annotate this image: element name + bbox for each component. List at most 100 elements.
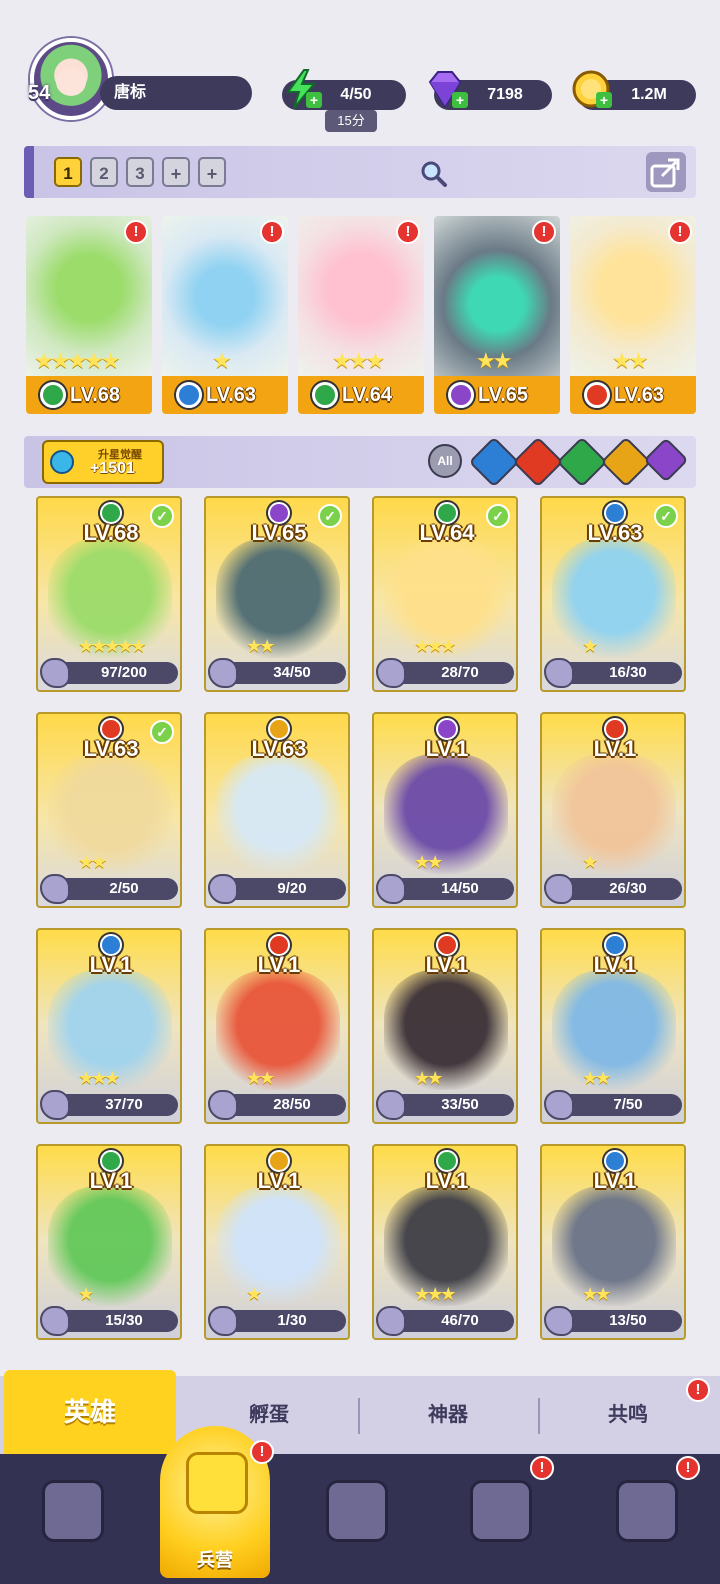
team-slot-2[interactable]: 2 [90, 157, 118, 187]
hero-portrait [48, 1186, 172, 1306]
star-rating: ★★ [78, 852, 107, 872]
star-rating: ★★★★★ [78, 636, 147, 656]
hero-portrait [48, 754, 172, 874]
team-hero-level: LV.64 [298, 376, 424, 414]
team-slot-add-2[interactable]: + [198, 157, 226, 187]
shard-count: 46/70 [441, 1312, 479, 1329]
map-icon [326, 1480, 388, 1542]
shard-icon [40, 1306, 70, 1336]
shard-progress: 28/50 [208, 1090, 346, 1120]
shard-icon [208, 874, 238, 904]
filter-bar: 升星觉醒 +1501 All [24, 436, 696, 488]
filter-dark-icon[interactable] [643, 437, 689, 483]
level-text: LV.63 [614, 384, 665, 406]
team-hero-card[interactable]: ! ★ LV.63 [162, 216, 288, 414]
team-hero-card[interactable]: ! ★★★★★ LV.68 [26, 216, 152, 414]
hero-level: LV.63 [251, 736, 307, 761]
key-icon [50, 450, 74, 474]
team-slot-3[interactable]: 3 [126, 157, 154, 187]
hero-level: LV.1 [89, 1168, 133, 1193]
shard-progress: 26/30 [544, 874, 682, 904]
alert-icon: ! [124, 220, 148, 244]
team-hero-card[interactable]: ! ★★ LV.63 [570, 216, 696, 414]
hero-card[interactable]: LV.1 ★★ 28/50 [204, 928, 350, 1124]
awaken-button[interactable]: 升星觉醒 +1501 [42, 440, 164, 484]
nav-map[interactable] [306, 1466, 406, 1566]
shard-icon [376, 1090, 406, 1120]
star-rating: ★★★ [78, 1068, 120, 1088]
shard-count: 14/50 [441, 880, 479, 897]
star-rating: ★ [582, 852, 598, 872]
fire-element-icon [584, 382, 610, 408]
shard-progress: 37/70 [40, 1090, 178, 1120]
level-text: LV.63 [206, 384, 257, 406]
energy-value: 4/50 [340, 86, 372, 103]
hero-card[interactable]: LV.1 ★★ 7/50 [540, 928, 686, 1124]
filter-fire-icon[interactable] [512, 436, 564, 488]
nav-guild[interactable]: ! [596, 1456, 700, 1566]
hero-card[interactable]: LV.1 ★ 15/30 [36, 1144, 182, 1340]
alert-icon: ! [396, 220, 420, 244]
hero-card[interactable]: ✓ LV.63 ★ 16/30 [540, 496, 686, 692]
shard-icon [40, 658, 70, 688]
team-hero-card[interactable]: ! ★★ LV.65 [434, 216, 560, 414]
level-text: LV.65 [478, 384, 529, 406]
shop-icon [470, 1480, 532, 1542]
add-energy-icon[interactable]: + [306, 92, 322, 108]
shard-icon [376, 874, 406, 904]
hero-card[interactable]: LV.1 ★★ 13/50 [540, 1144, 686, 1340]
filter-nature-icon[interactable] [556, 436, 608, 488]
hero-card[interactable]: LV.1 ★ 26/30 [540, 712, 686, 908]
share-icon[interactable] [646, 152, 686, 192]
team-bar: 1 2 3 + + [24, 146, 696, 198]
hero-card[interactable]: LV.63 9/20 [204, 712, 350, 908]
tab-heroes[interactable]: 英雄 [4, 1370, 176, 1454]
nav-shop[interactable]: ! [450, 1456, 554, 1566]
shard-icon [40, 1090, 70, 1120]
hero-level: LV.63 [587, 520, 643, 545]
hero-card[interactable]: ✓ LV.68 ★★★★★ 97/200 [36, 496, 182, 692]
top-bar: 54 唐标 4/50 + 15分 7198 + 1.2M + [0, 0, 720, 140]
hero-card[interactable]: LV.1 ★★ 14/50 [372, 712, 518, 908]
team-slot-1[interactable]: 1 [54, 157, 82, 187]
hero-card[interactable]: LV.1 ★★ 33/50 [372, 928, 518, 1124]
guild-icon [616, 1480, 678, 1542]
hero-portrait [216, 754, 340, 874]
alert-icon: ! [676, 1456, 700, 1480]
alert-icon: ! [260, 220, 284, 244]
team-slot-add-1[interactable]: + [162, 157, 190, 187]
shard-count: 28/50 [273, 1096, 311, 1113]
filter-light-icon[interactable] [600, 436, 652, 488]
hero-portrait [216, 970, 340, 1090]
hero-card[interactable]: LV.1 ★ 1/30 [204, 1144, 350, 1340]
star-rating: ★★ [476, 348, 512, 373]
star-rating: ★★★★★ [34, 348, 121, 373]
filter-water-icon[interactable] [468, 436, 520, 488]
hero-card[interactable]: LV.1 ★★★ 37/70 [36, 928, 182, 1124]
alert-icon: ! [250, 1440, 274, 1464]
hero-card[interactable]: ✓ LV.65 ★★ 34/50 [204, 496, 350, 692]
shard-progress: 34/50 [208, 658, 346, 688]
filter-all-button[interactable]: All [428, 444, 462, 478]
search-icon[interactable] [418, 158, 448, 188]
star-rating: ★ [78, 1284, 94, 1304]
shard-progress: 46/70 [376, 1306, 514, 1336]
player-avatar[interactable] [30, 38, 112, 120]
tab-artifacts[interactable]: 神器 [360, 1376, 536, 1454]
shard-icon [544, 1090, 574, 1120]
hero-card[interactable]: LV.1 ★★★ 46/70 [372, 1144, 518, 1340]
star-rating: ★★ [414, 852, 443, 872]
nav-cards[interactable] [22, 1466, 122, 1566]
add-gems-icon[interactable]: + [452, 92, 468, 108]
gold-value: 1.2M [631, 86, 667, 103]
player-name[interactable]: 唐标 [100, 76, 252, 110]
hero-card[interactable]: ✓ LV.64 ★★★ 28/70 [372, 496, 518, 692]
add-gold-icon[interactable]: + [596, 92, 612, 108]
hero-card[interactable]: ✓ LV.63 ★★ 2/50 [36, 712, 182, 908]
team-hero-card[interactable]: ! ★★★ LV.64 [298, 216, 424, 414]
dark-element-icon [448, 382, 474, 408]
hero-level: LV.63 [83, 736, 139, 761]
star-rating: ★★★ [414, 1284, 456, 1304]
nav-barracks[interactable]: ! 兵营 [160, 1426, 274, 1578]
hero-level: LV.68 [83, 520, 139, 545]
